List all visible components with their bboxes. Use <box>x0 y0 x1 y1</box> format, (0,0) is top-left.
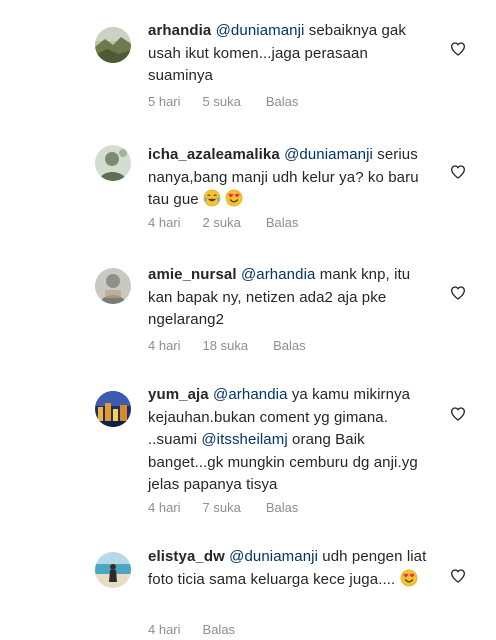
username[interactable]: amie_nursal <box>148 266 237 283</box>
comment-time: 4 hari <box>148 338 181 353</box>
reply-button[interactable]: Balas <box>203 622 236 637</box>
mention-link[interactable]: @itssheilamj <box>201 431 287 448</box>
smiling-face-with-heart-eyes-icon <box>225 189 243 207</box>
comment-time: 4 hari <box>148 622 181 637</box>
comment-text: elistya_dw @duniamanji udh pengen liat f… <box>148 546 436 591</box>
mention-link[interactable]: @arhandia <box>241 266 316 283</box>
comment-meta: 4 hari 2 suka Balas <box>148 215 320 230</box>
comment-meta: 4 hari Balas <box>148 622 257 637</box>
heart-icon[interactable] <box>450 568 466 584</box>
username[interactable]: elistya_dw <box>148 548 225 565</box>
comment-text: amie_nursal @arhandia mank knp, itu kan … <box>148 264 436 332</box>
reply-button[interactable]: Balas <box>266 215 299 230</box>
likes-count[interactable]: 18 suka <box>203 338 249 353</box>
avatar-city-night-icon[interactable] <box>95 391 131 427</box>
mention-link[interactable]: @duniamanji <box>229 548 318 565</box>
avatar-person-icon[interactable] <box>95 145 131 181</box>
avatar-default-icon[interactable] <box>95 268 131 304</box>
comment-meta: 4 hari 7 suka Balas <box>148 500 320 515</box>
mention-link[interactable]: @duniamanji <box>284 146 373 163</box>
comment-text: yum_aja @arhandia ya kamu mikirnya kejau… <box>148 384 436 497</box>
comment-meta: 4 hari 18 suka Balas <box>148 338 328 353</box>
comment-time: 5 hari <box>148 94 181 109</box>
mention-link[interactable]: @arhandia <box>213 386 288 403</box>
avatar-landscape-icon[interactable] <box>95 27 131 63</box>
comment-meta: 5 hari 5 suka Balas <box>148 94 320 109</box>
username[interactable]: icha_azaleamalika <box>148 146 280 163</box>
reply-button[interactable]: Balas <box>273 338 306 353</box>
heart-icon[interactable] <box>450 164 466 180</box>
comment-time: 4 hari <box>148 500 181 515</box>
avatar-beach-icon[interactable] <box>95 552 131 588</box>
likes-count[interactable]: 7 suka <box>203 500 241 515</box>
username[interactable]: yum_aja <box>148 386 209 403</box>
username[interactable]: arhandia <box>148 22 211 39</box>
mention-link[interactable]: @duniamanji <box>216 22 305 39</box>
heart-icon[interactable] <box>450 41 466 57</box>
likes-count[interactable]: 5 suka <box>203 94 241 109</box>
heart-icon[interactable] <box>450 285 466 301</box>
likes-count[interactable]: 2 suka <box>203 215 241 230</box>
heart-icon[interactable] <box>450 406 466 422</box>
reply-button[interactable]: Balas <box>266 94 299 109</box>
comment-time: 4 hari <box>148 215 181 230</box>
comment-text: arhandia @duniamanji sebaiknya gak usah … <box>148 20 436 88</box>
comment-text: icha_azaleamalika @duniamanji serius nan… <box>148 144 436 212</box>
reply-button[interactable]: Balas <box>266 500 299 515</box>
face-with-tears-of-joy-icon <box>203 189 221 207</box>
smiling-face-with-heart-eyes-icon <box>400 569 417 586</box>
